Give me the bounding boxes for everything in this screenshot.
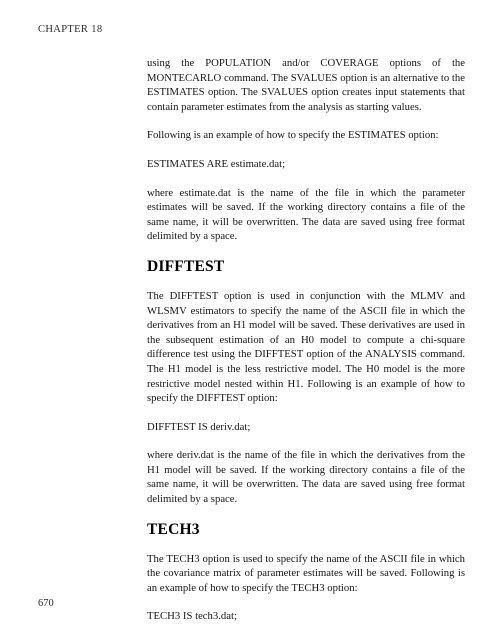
section-heading-difftest: DIFFTEST: [147, 257, 225, 275]
paragraph-difftest-body: The DIFFTEST option is used in conjuncti…: [147, 289, 465, 405]
paragraph-svalues: using the POPULATION and/or COVERAGE opt…: [147, 57, 465, 113]
paragraph-estimates-intro: Following is an example of how to specif…: [147, 129, 439, 142]
paragraph-difftest-where: where deriv.dat is the name of the file …: [147, 449, 465, 506]
section-heading-tech3: TECH3: [147, 520, 200, 538]
page-number: 670: [38, 598, 54, 609]
running-head: CHAPTER 18: [38, 24, 103, 35]
paragraph-tech3-body: The TECH3 option is used to specify the …: [147, 552, 465, 594]
text-column: using the POPULATION and/or COVERAGE opt…: [147, 56, 465, 638]
code-tech3-statement: TECH3 IS tech3.dat;: [147, 610, 237, 623]
code-estimates-statement: ESTIMATES ARE estimate.dat;: [147, 157, 286, 170]
code-difftest-statement: DIFFTEST IS deriv.dat;: [147, 420, 251, 433]
paragraph-estimates-where: where estimate.dat is the name of the fi…: [147, 186, 465, 243]
document-page: CHAPTER 18 using the POPULATION and/or C…: [0, 0, 500, 638]
